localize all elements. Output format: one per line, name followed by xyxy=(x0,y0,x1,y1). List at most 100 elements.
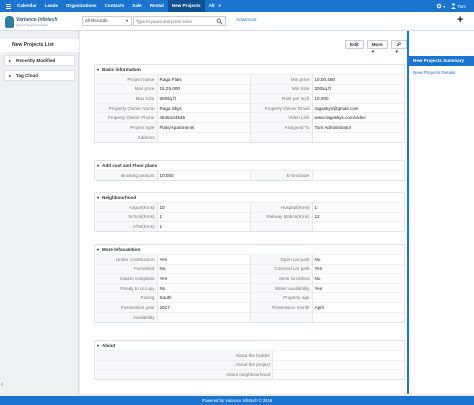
field-value[interactable]: 1 xyxy=(312,202,405,213)
nav-new-projects[interactable]: New Projects xyxy=(167,0,205,12)
nav-rental[interactable]: Rental xyxy=(146,0,168,12)
logo-tagline: grow through innovation xyxy=(16,22,49,27)
field-value[interactable] xyxy=(312,131,405,142)
field-label: Property age xyxy=(249,292,313,303)
field-value[interactable]: No xyxy=(312,254,405,265)
field-value[interactable]: No xyxy=(312,273,405,284)
field-value[interactable]: No xyxy=(157,282,250,293)
field-label: Vaastu compliant xyxy=(96,273,158,284)
field-value[interactable]: 10 xyxy=(157,202,250,213)
field-label: Min price xyxy=(249,74,313,85)
field-label: Ready to occupy xyxy=(96,282,158,293)
field-value[interactable]: ragaskys@gmail.com xyxy=(312,102,405,113)
nav-organizations[interactable]: Organizations xyxy=(62,0,101,12)
section-header[interactable]: ▾ Basic information xyxy=(95,65,404,74)
field-value[interactable] xyxy=(272,350,405,361)
basic-information-table: Project name Raga Flats Min price 10,00,450… xyxy=(96,74,405,142)
caret-down-icon: ▾ xyxy=(97,163,100,168)
nav-calendar[interactable]: Calendar xyxy=(13,0,41,12)
settings-menu[interactable]: ▾ xyxy=(436,3,445,9)
company-logo[interactable]: Variance Infotech grow through innovatio… xyxy=(5,15,77,28)
field-value[interactable] xyxy=(272,359,405,370)
field-value[interactable]: 10,000 xyxy=(157,170,250,181)
nav-all[interactable]: All xyxy=(205,0,219,12)
field-value[interactable]: Raga Skys xyxy=(157,102,250,113)
accordion-recently-modified[interactable]: ▸ Recently Modified xyxy=(4,55,75,66)
field-label: Max price xyxy=(96,83,158,94)
field-value[interactable] xyxy=(312,311,405,322)
edit-button[interactable]: Edit xyxy=(345,40,364,49)
collapse-sidebar-icon[interactable]: ‹ xyxy=(1,382,3,388)
field-value[interactable]: Yes xyxy=(157,273,250,284)
field-value[interactable]: 10,000 xyxy=(312,93,405,104)
field-value[interactable] xyxy=(157,131,250,142)
field-value[interactable]: Raga Flats xyxy=(157,74,250,85)
field-value[interactable]: April xyxy=(312,301,405,313)
related-panel: New Projects Summary New Projects Detail… xyxy=(407,31,474,394)
field-label: Open car park xyxy=(249,254,313,265)
field-value[interactable] xyxy=(272,369,405,380)
section-header[interactable]: ▾ About xyxy=(95,341,404,350)
field-value[interactable]: 300sq.ft xyxy=(312,83,405,94)
field-value[interactable] xyxy=(312,292,405,303)
field-value[interactable]: South xyxy=(157,292,250,303)
records-filter-select[interactable]: All Records ▾ xyxy=(82,16,132,26)
record-toolbar: Edit More ▾ ▾ xyxy=(345,40,407,54)
tools-button[interactable]: ▾ xyxy=(390,40,407,54)
assigned-to-link[interactable]: Tom Administrator xyxy=(312,121,405,133)
field-label: Rate per sq.ft xyxy=(249,93,313,104)
about-section: ▾ About About the builder About the proje… xyxy=(94,340,405,381)
field-value[interactable]: 1 xyxy=(157,211,250,222)
field-value[interactable] xyxy=(312,221,405,232)
section-title: Add cost and Floor plans xyxy=(102,163,158,168)
section-header[interactable]: ▾ More Infocamtion xyxy=(95,245,404,254)
quick-create-plus-icon[interactable]: + xyxy=(457,14,463,26)
field-value[interactable]: Flats/Apartments xyxy=(157,121,250,133)
field-label: Semi furnished xyxy=(249,273,313,284)
field-value[interactable]: 15,25,000 xyxy=(157,83,250,94)
user-menu[interactable]: Tom xyxy=(451,3,466,9)
wrench-icon xyxy=(396,42,401,47)
field-label: Hospital(Kms) xyxy=(249,202,313,213)
field-value[interactable]: Yes xyxy=(312,263,405,274)
field-value[interactable]: 500sq.ft xyxy=(157,93,250,104)
tab-new-projects-summary[interactable]: New Projects Summary xyxy=(409,56,474,66)
field-label: Availability xyxy=(96,311,158,322)
list-title[interactable]: New Projects List xyxy=(0,39,79,52)
field-label: E-brochure xyxy=(249,170,313,181)
field-label xyxy=(249,311,313,322)
more-information-table: Under construction Yes Open car park No Fur… xyxy=(96,254,405,322)
field-value[interactable]: 12 xyxy=(312,211,405,222)
caret-right-icon: ▸ xyxy=(9,58,12,63)
menu-icon[interactable] xyxy=(3,0,13,12)
more-information-section: ▾ More Infocamtion Under construction Yes O… xyxy=(94,244,405,323)
more-button[interactable]: More ▾ xyxy=(366,40,388,54)
search-icon[interactable] xyxy=(216,18,223,25)
advanced-search-link[interactable]: Advanced xyxy=(236,17,256,22)
field-value[interactable]: www.ragaskys.com/videc xyxy=(312,112,405,123)
nav-sale[interactable]: Sale xyxy=(128,0,145,12)
section-header[interactable]: ▾ Neighbourhood xyxy=(95,193,404,202)
nav-contacts[interactable]: Contacts xyxy=(101,0,129,12)
field-value[interactable]: 1 xyxy=(157,221,250,232)
about-table: About the builder About the project Abou… xyxy=(96,350,405,380)
section-header[interactable]: ▾ Add cost and Floor plans xyxy=(95,161,404,170)
field-value[interactable]: Yes xyxy=(157,254,250,265)
field-label: Property Owner Phone xyxy=(96,112,158,123)
field-value[interactable]: 10,00,450 xyxy=(312,74,405,85)
field-value[interactable]: 2017 xyxy=(157,301,250,313)
field-label: About the project xyxy=(96,359,274,370)
search-input[interactable] xyxy=(134,17,216,25)
nav-leads[interactable]: Leads xyxy=(41,0,62,12)
field-label: Project name xyxy=(96,74,158,85)
field-label: Assigned To xyxy=(249,121,313,133)
field-value[interactable] xyxy=(157,311,250,322)
field-value[interactable]: 4645124545 xyxy=(157,112,250,123)
chevron-down-icon[interactable]: ▾ xyxy=(218,3,220,9)
field-value[interactable]: Yes xyxy=(312,282,405,293)
accordion-tag-cloud[interactable]: ▸ Tag Cloud xyxy=(4,70,75,81)
field-value[interactable]: No xyxy=(157,263,250,274)
field-label: Possession year xyxy=(96,301,158,313)
field-value[interactable] xyxy=(312,170,405,181)
tab-new-projects-details[interactable]: New Projects Details xyxy=(409,68,474,78)
